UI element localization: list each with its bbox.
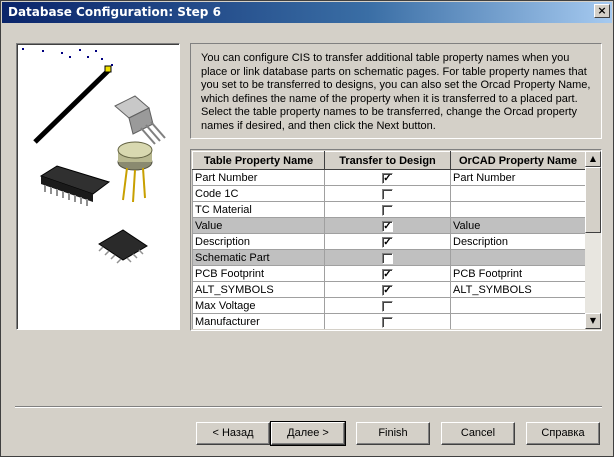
transfer-cell: ✓ bbox=[324, 169, 451, 186]
transfer-cell bbox=[324, 297, 451, 314]
property-name-cell[interactable]: Schematic Part bbox=[192, 249, 325, 266]
table-row[interactable]: Value ✓ Value bbox=[192, 217, 585, 234]
col-header-transfer-to-design[interactable]: Transfer to Design bbox=[324, 151, 451, 170]
transfer-checkbox[interactable] bbox=[382, 253, 393, 265]
instructions-text: You can configure CIS to transfer additi… bbox=[201, 52, 591, 132]
transfer-checkbox[interactable]: ✓ bbox=[382, 173, 393, 185]
property-grid: Table Property Name Transfer to Design O… bbox=[192, 151, 585, 329]
scroll-down-icon[interactable]: ▼ bbox=[585, 313, 601, 329]
close-icon[interactable]: × bbox=[594, 4, 610, 18]
property-name-cell[interactable]: TC Material bbox=[192, 201, 325, 218]
property-name-cell[interactable]: ALT_SYMBOLS bbox=[192, 281, 325, 298]
table-row[interactable]: Schematic Part bbox=[192, 249, 585, 266]
electronic-components-icon bbox=[22, 48, 166, 264]
orcad-name-cell[interactable]: PCB Footprint bbox=[450, 265, 585, 282]
table-row[interactable]: PCB Footprint ✓ PCB Footprint bbox=[192, 265, 585, 282]
property-name-cell[interactable]: Description bbox=[192, 233, 325, 250]
cancel-button[interactable]: Cancel bbox=[441, 422, 515, 445]
table-row[interactable]: Code 1C bbox=[192, 185, 585, 202]
table-row[interactable]: Max Voltage bbox=[192, 297, 585, 314]
transfer-cell bbox=[324, 313, 451, 329]
transfer-checkbox[interactable] bbox=[382, 317, 393, 329]
instructions-panel: You can configure CIS to transfer additi… bbox=[190, 43, 602, 139]
table-row[interactable]: Manufacturer bbox=[192, 313, 585, 329]
transfer-checkbox[interactable] bbox=[382, 189, 393, 201]
orcad-name-cell[interactable]: ALT_SYMBOLS bbox=[450, 281, 585, 298]
property-name-cell[interactable]: Manufacturer bbox=[192, 313, 325, 329]
title-bar: Database Configuration: Step 6 × bbox=[2, 2, 612, 23]
back-button[interactable]: < Назад bbox=[196, 422, 270, 445]
grid-body: Part Number ✓ Part Number Code 1C TC Materia… bbox=[192, 169, 585, 329]
help-button[interactable]: Справка bbox=[526, 422, 600, 445]
table-row[interactable]: Description ✓ Description bbox=[192, 233, 585, 250]
header-row: Table Property Name Transfer to Design O… bbox=[192, 151, 585, 170]
scroll-up-icon[interactable]: ▲ bbox=[585, 151, 601, 167]
orcad-name-cell[interactable]: Description bbox=[450, 233, 585, 250]
vertical-scrollbar[interactable]: ▲ ▼ bbox=[585, 151, 601, 329]
orcad-name-cell[interactable] bbox=[450, 201, 585, 218]
transfer-cell: ✓ bbox=[324, 233, 451, 250]
table-row[interactable]: ALT_SYMBOLS ✓ ALT_SYMBOLS bbox=[192, 281, 585, 298]
components-illustration bbox=[16, 43, 180, 330]
transfer-cell: ✓ bbox=[324, 265, 451, 282]
table-row[interactable]: Part Number ✓ Part Number bbox=[192, 169, 585, 186]
orcad-name-cell[interactable]: Value bbox=[450, 217, 585, 234]
col-header-orcad-property-name[interactable]: OrCAD Property Name bbox=[450, 151, 585, 170]
col-header-table-property-name[interactable]: Table Property Name bbox=[192, 151, 325, 170]
next-button[interactable]: Далее > bbox=[270, 421, 346, 446]
transfer-checkbox[interactable]: ✓ bbox=[382, 237, 393, 249]
orcad-name-cell[interactable] bbox=[450, 313, 585, 329]
property-table: Table Property Name Transfer to Design O… bbox=[192, 151, 585, 329]
window-title: Database Configuration: Step 6 bbox=[8, 5, 221, 19]
transfer-cell bbox=[324, 185, 451, 202]
transfer-cell: ✓ bbox=[324, 281, 451, 298]
transfer-checkbox[interactable] bbox=[382, 301, 393, 313]
separator bbox=[15, 406, 602, 408]
transfer-checkbox[interactable] bbox=[382, 205, 393, 217]
property-name-cell[interactable]: PCB Footprint bbox=[192, 265, 325, 282]
table-row[interactable]: TC Material bbox=[192, 201, 585, 218]
transfer-cell bbox=[324, 201, 451, 218]
orcad-name-cell[interactable] bbox=[450, 185, 585, 202]
transfer-checkbox[interactable]: ✓ bbox=[382, 285, 393, 297]
finish-button[interactable]: Finish bbox=[356, 422, 430, 445]
orcad-name-cell[interactable] bbox=[450, 249, 585, 266]
property-name-cell[interactable]: Code 1C bbox=[192, 185, 325, 202]
property-grid-frame: Table Property Name Transfer to Design O… bbox=[190, 149, 602, 331]
property-name-cell[interactable]: Max Voltage bbox=[192, 297, 325, 314]
transfer-checkbox[interactable]: ✓ bbox=[382, 221, 393, 233]
property-name-cell[interactable]: Value bbox=[192, 217, 325, 234]
dialog-window: Database Configuration: Step 6 × You can… bbox=[0, 0, 614, 457]
transfer-checkbox[interactable]: ✓ bbox=[382, 269, 393, 281]
orcad-name-cell[interactable]: Part Number bbox=[450, 169, 585, 186]
transfer-cell: ✓ bbox=[324, 217, 451, 234]
transfer-cell bbox=[324, 249, 451, 266]
orcad-name-cell[interactable] bbox=[450, 297, 585, 314]
scroll-thumb[interactable] bbox=[585, 167, 601, 233]
property-name-cell[interactable]: Part Number bbox=[192, 169, 325, 186]
